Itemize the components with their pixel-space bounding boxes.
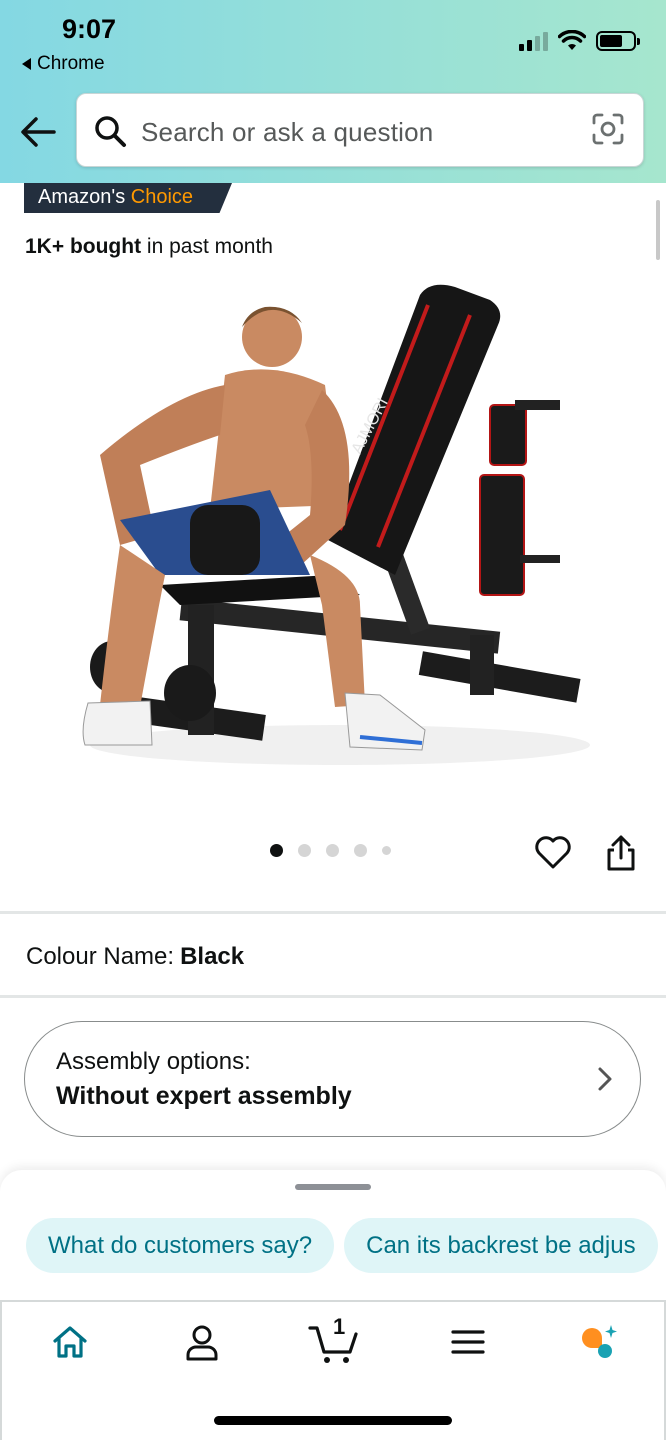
suggestions-sheet: What do customers say? Can its backrest … [0,1170,666,1300]
rufus-icon[interactable] [578,1322,618,1362]
bought-count-rest: in past month [141,235,273,258]
suggestion-chip[interactable]: What do customers say? [26,1218,335,1273]
scroll-indicator [656,200,660,260]
product-image-weight-bench[interactable]: AJMORI [60,275,620,785]
colour-value: Black [180,943,245,970]
chevron-right-icon [598,1067,612,1091]
colour-selector[interactable]: Colour Name: Black [26,943,244,971]
wifi-icon [558,30,586,50]
badge-prefix: Amazon's [38,186,131,208]
bought-count-bold: 1K+ bought [25,235,142,258]
cart-count: 1 [333,1314,346,1339]
home-indicator [214,1416,452,1425]
search-placeholder: Search or ask a question [141,117,434,147]
battery-icon [596,31,640,51]
suggestion-chip[interactable]: Can its backrest be adjus [344,1218,658,1273]
cart-button[interactable]: 1 [308,1314,360,1366]
carousel-dot[interactable] [298,844,311,857]
back-triangle-icon [22,58,31,70]
account-icon[interactable] [182,1322,222,1362]
carousel-dot[interactable] [326,844,339,857]
share-icon[interactable] [604,834,638,872]
search-input[interactable]: Search or ask a question [76,93,644,167]
assembly-label: Assembly options: [56,1048,251,1075]
image-carousel-dots[interactable] [270,844,391,857]
carousel-dot[interactable] [270,844,283,857]
back-app-label: Chrome [37,53,105,74]
assembly-options-button[interactable]: Assembly options: Without expert assembl… [24,1021,641,1137]
carousel-dot[interactable] [382,846,391,855]
colour-label: Colour Name: [26,943,175,970]
bought-count: 1K+ bought in past month [25,235,273,259]
app-header: 9:07 Chrome Search or ask a question [0,0,666,183]
sheet-grabber[interactable] [295,1184,371,1190]
home-icon[interactable] [50,1322,90,1362]
back-to-app-link[interactable]: Chrome [22,53,105,75]
badge-choice: Choice [130,186,194,208]
search-icon [95,116,126,147]
cellular-signal-icon [519,31,548,51]
divider [0,995,666,998]
menu-icon[interactable] [448,1322,488,1362]
divider [0,911,666,914]
status-time: 9:07 [62,14,117,44]
amazons-choice-badge[interactable]: Amazon's Choice [24,183,232,213]
carousel-dot[interactable] [354,844,367,857]
heart-icon[interactable] [534,834,572,870]
camera-search-icon[interactable] [591,112,625,146]
suggestion-chips: What do customers say? Can its backrest … [26,1218,658,1273]
status-icons [519,30,640,52]
assembly-value: Without expert assembly [56,1082,352,1110]
back-arrow-icon[interactable] [18,112,58,152]
